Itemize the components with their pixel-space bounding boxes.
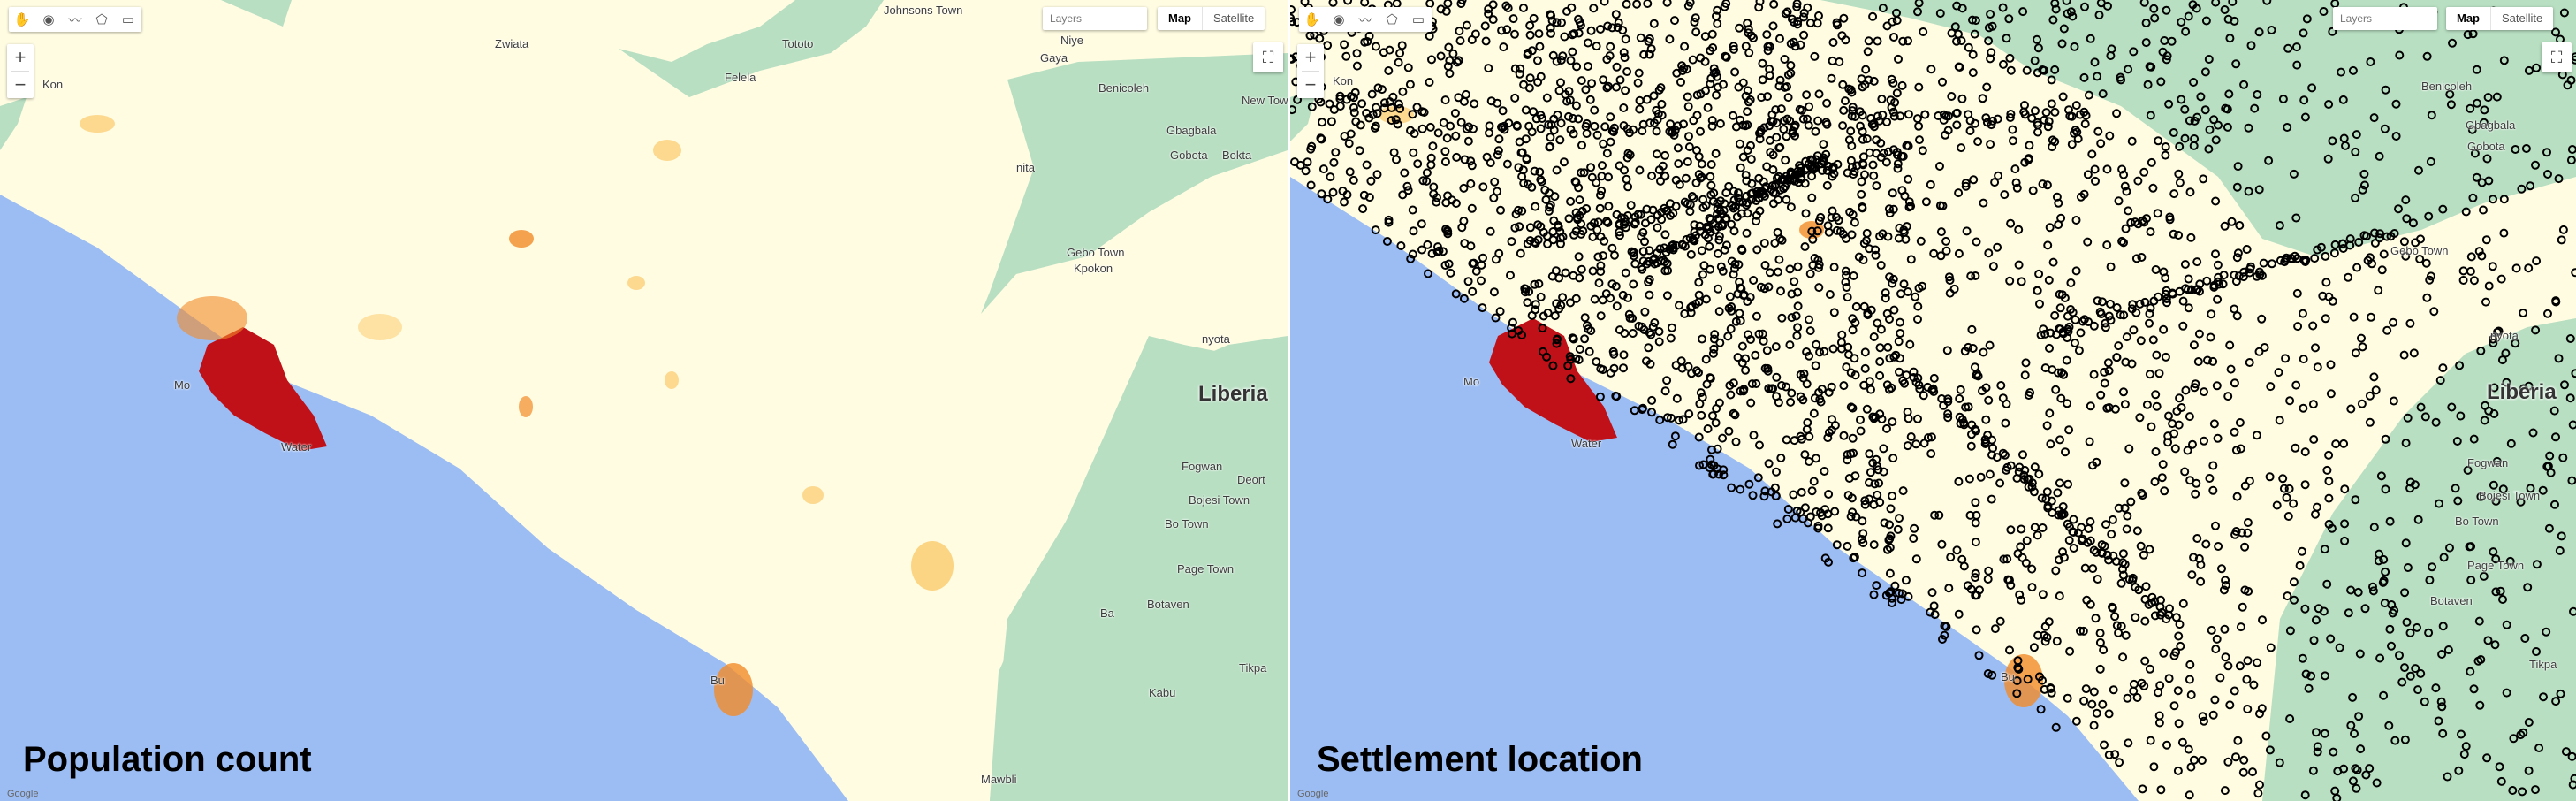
place-label: Page Town bbox=[1177, 562, 1235, 576]
drawing-toolbar: ✋ ◉ 〰 ⬠ ▭ bbox=[9, 7, 141, 32]
zoom-out-button[interactable]: − bbox=[7, 72, 34, 98]
settlement-location-map[interactable]: Mo Water Kon Liberia nyota Gbagbala Gobo… bbox=[1290, 0, 2576, 801]
zoom-out-button[interactable]: − bbox=[1297, 72, 1324, 98]
place-label: Gebo Town bbox=[1067, 246, 1125, 259]
panel-title: Settlement location bbox=[1317, 740, 1643, 779]
place-label: Water bbox=[1571, 437, 1602, 450]
layers-dropdown[interactable]: Layers bbox=[2333, 7, 2437, 30]
attribution-logo: Google bbox=[1297, 789, 1329, 799]
place-label: Tikpa bbox=[2529, 658, 2557, 671]
panel-title: Population count bbox=[23, 740, 312, 779]
town-10 bbox=[665, 371, 679, 389]
place-label: Niye bbox=[1060, 34, 1084, 47]
place-label: Deort bbox=[1237, 473, 1265, 486]
place-label: Kabu bbox=[1149, 686, 1176, 699]
town-7 bbox=[358, 314, 402, 340]
place-label: Bojesi Town bbox=[1189, 493, 1250, 507]
zoom-control: + − bbox=[1297, 44, 1324, 98]
polygon-icon[interactable]: ⬠ bbox=[1379, 7, 1405, 32]
population-count-map[interactable]: Johnsons Town Zwiata Tototo Felela Gaya … bbox=[0, 0, 1288, 801]
town-1 bbox=[509, 230, 534, 248]
place-label: Bojesi Town bbox=[2479, 489, 2541, 502]
satellite-button[interactable]: Satellite bbox=[2491, 7, 2553, 30]
place-label: Gebo Town bbox=[2390, 244, 2449, 257]
rectangle-icon[interactable]: ▭ bbox=[1405, 7, 1432, 32]
settlement-map-canvas[interactable] bbox=[1290, 0, 2576, 801]
marker-icon[interactable]: ◉ bbox=[35, 7, 62, 32]
line-icon[interactable]: 〰 bbox=[62, 7, 88, 32]
place-label: Gobota bbox=[1170, 149, 1208, 162]
polygon-icon[interactable]: ⬠ bbox=[88, 7, 115, 32]
place-label: Fogwan bbox=[1182, 460, 1223, 473]
place-label: Gbagbala bbox=[1166, 124, 1217, 137]
monrovia-fringe bbox=[177, 296, 247, 340]
place-label: Gobota bbox=[2467, 140, 2505, 153]
place-label: Bu bbox=[710, 674, 725, 687]
place-label: Gaya bbox=[1040, 51, 1068, 65]
town-2 bbox=[80, 115, 115, 133]
place-label: nyota bbox=[1202, 332, 1230, 346]
place-label: nyota bbox=[2490, 329, 2519, 342]
place-label: Ba bbox=[1100, 606, 1114, 620]
rectangle-icon[interactable]: ▭ bbox=[115, 7, 141, 32]
place-label: Bu bbox=[2001, 670, 2015, 683]
satellite-button[interactable]: Satellite bbox=[1203, 7, 1265, 30]
population-map-canvas[interactable] bbox=[0, 0, 1288, 801]
place-label: Botaven bbox=[1147, 598, 1189, 611]
place-label: Zwiata bbox=[495, 37, 529, 50]
line-icon[interactable]: 〰 bbox=[1352, 7, 1379, 32]
marker-icon[interactable]: ◉ bbox=[1326, 7, 1352, 32]
layers-dropdown[interactable]: Layers bbox=[1043, 7, 1147, 30]
place-label: Mo bbox=[1463, 375, 1480, 388]
base-map bbox=[0, 0, 1288, 801]
hand-icon[interactable]: ✋ bbox=[1299, 7, 1326, 32]
place-label: Gbagbala bbox=[2466, 118, 2516, 132]
town-6 bbox=[911, 541, 954, 591]
zoom-control: + − bbox=[7, 44, 34, 98]
town-3 bbox=[653, 140, 681, 161]
place-label: Benicoleh bbox=[2421, 80, 2473, 93]
place-label: Mawbli bbox=[981, 773, 1017, 786]
place-label: Felela bbox=[725, 71, 756, 84]
town-4 bbox=[519, 396, 533, 417]
place-label: Johnsons Town bbox=[884, 4, 963, 17]
drawing-toolbar: ✋ ◉ 〰 ⬠ ▭ bbox=[1299, 7, 1432, 32]
place-label: Bokta bbox=[1222, 149, 1252, 162]
country-label: Liberia bbox=[2487, 380, 2557, 404]
map-type-control: Map Satellite bbox=[1158, 7, 1265, 30]
place-label: Fogwan bbox=[2467, 456, 2509, 469]
place-label: Tikpa bbox=[1239, 661, 1267, 675]
fullscreen-icon[interactable]: ⛶ bbox=[1253, 42, 1283, 72]
town-5 bbox=[714, 663, 753, 716]
attribution-logo: Google bbox=[7, 789, 39, 799]
map-button[interactable]: Map bbox=[1158, 7, 1203, 30]
place-label: Kon bbox=[1333, 74, 1354, 88]
place-label: New Town bbox=[1242, 94, 1288, 107]
place-label: nita bbox=[1016, 161, 1035, 174]
place-label: Kon bbox=[42, 78, 64, 91]
place-label: Kpokon bbox=[1074, 262, 1113, 275]
place-label: Bo Town bbox=[2455, 515, 2499, 528]
place-label: Benicoleh bbox=[1098, 81, 1150, 95]
place-label: Page Town bbox=[2467, 559, 2525, 572]
town-8 bbox=[627, 276, 645, 290]
fullscreen-icon[interactable]: ⛶ bbox=[2542, 42, 2572, 72]
place-label: Tototo bbox=[782, 37, 814, 50]
place-label: Bo Town bbox=[1165, 517, 1209, 530]
place-label: Botaven bbox=[2430, 594, 2473, 607]
place-label: Water bbox=[281, 440, 312, 454]
map-button[interactable]: Map bbox=[2446, 7, 2491, 30]
base-map bbox=[1290, 0, 2576, 801]
hand-icon[interactable]: ✋ bbox=[9, 7, 35, 32]
town-9 bbox=[802, 486, 824, 504]
map-type-control: Map Satellite bbox=[2446, 7, 2554, 30]
country-label: Liberia bbox=[1198, 382, 1268, 406]
zoom-in-button[interactable]: + bbox=[7, 44, 34, 71]
zoom-in-button[interactable]: + bbox=[1297, 44, 1324, 71]
place-label: Mo bbox=[174, 378, 191, 392]
